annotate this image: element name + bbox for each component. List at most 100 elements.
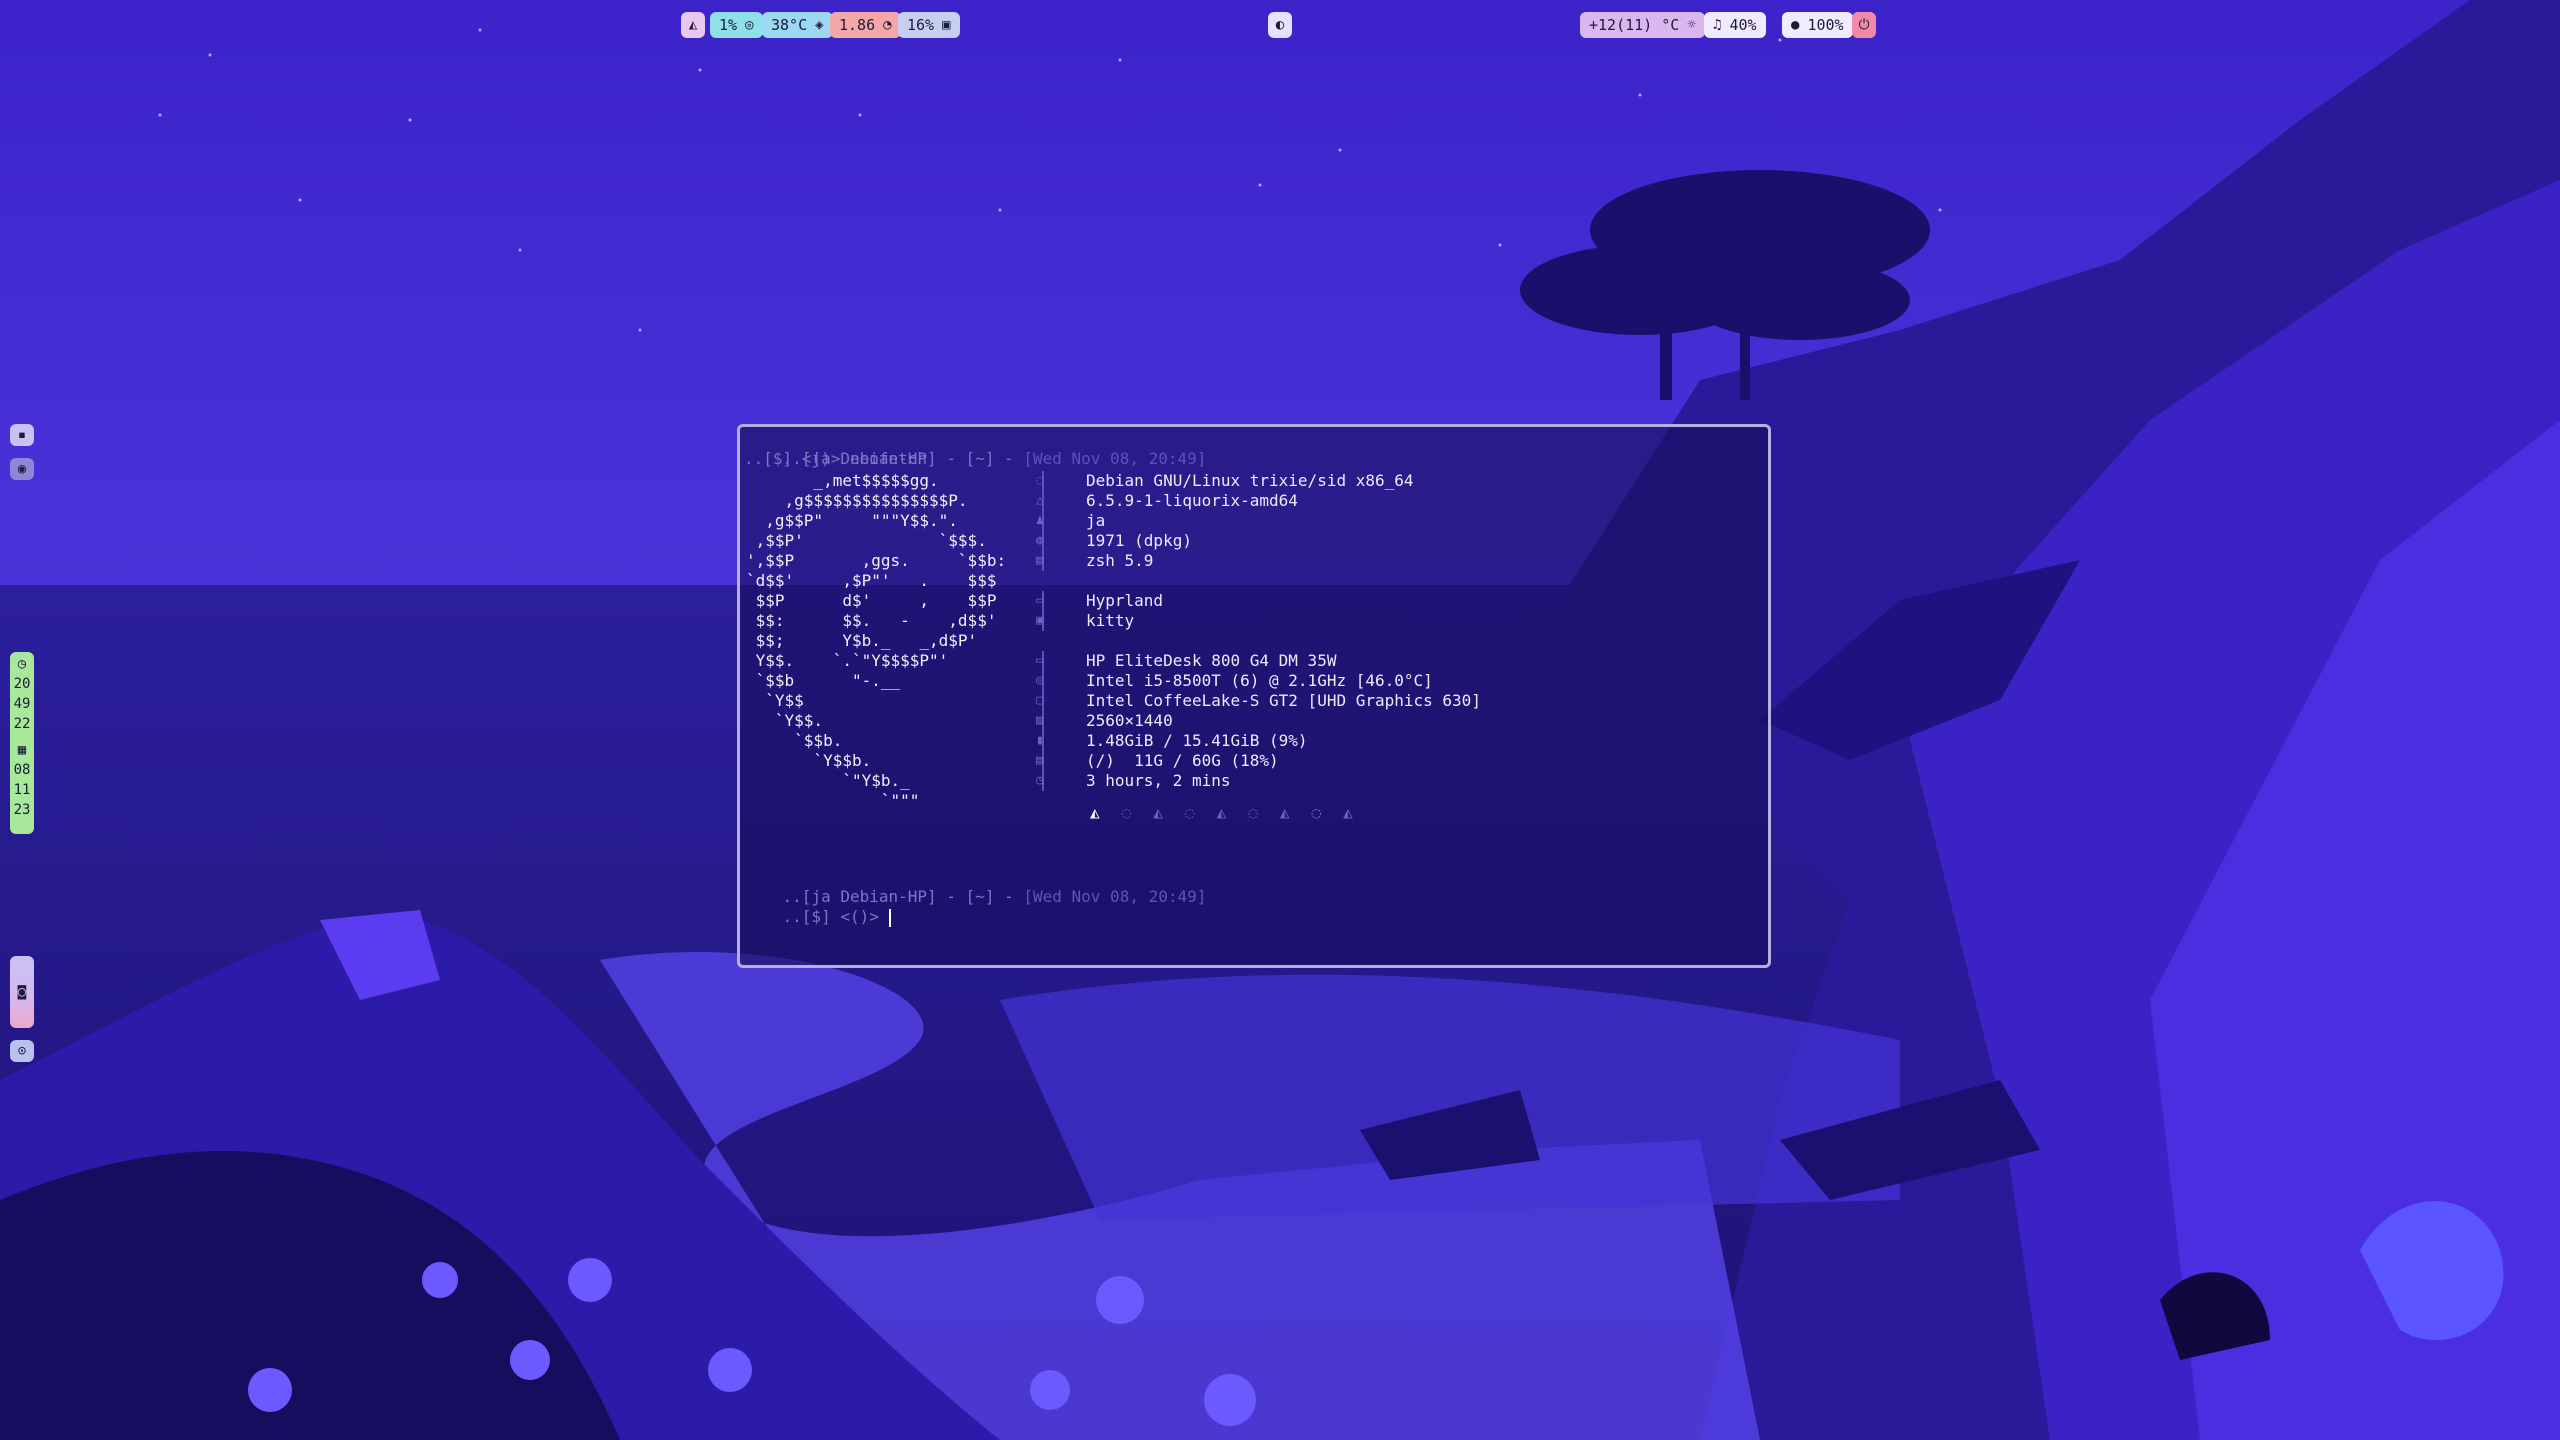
clock-seconds: 22 <box>13 716 31 732</box>
package-icon: ◍ <box>1036 533 1044 548</box>
load-label: 1.86 <box>839 16 876 34</box>
weather-widget[interactable]: +12(11) °C ☼ <box>1580 12 1705 38</box>
calendar-icon: ▦ <box>17 742 27 758</box>
info-uptime-text: 3 hours, 2 mins <box>1086 771 1231 790</box>
date-month: 11 <box>13 782 31 798</box>
color-block-icon: ◌ <box>1121 803 1132 822</box>
disk-label: 16% <box>907 16 935 34</box>
info-shell-text: zsh 5.9 <box>1086 551 1154 570</box>
cpu-icon: ◎ <box>1036 673 1044 688</box>
color-block-icon: ◌ <box>1311 803 1322 822</box>
info-disk: ▤ (/) 11G / 60G (18%) <box>1036 751 1279 771</box>
microphone-widget[interactable]: ● 100% <box>1782 12 1853 38</box>
clock-widget: ◷ 20 49 22 ▦ 08 11 23 <box>10 652 34 834</box>
info-wm-text: Hyprland <box>1086 591 1164 610</box>
date-year: 23 <box>13 802 31 818</box>
prompt-date: [Wed Nov 08, 20:49] <box>1023 449 1207 468</box>
info-memory-text: 1.48GiB / 15.41GiB (9%) <box>1086 731 1308 750</box>
info-host-text: HP EliteDesk 800 G4 DM 35W <box>1086 651 1337 670</box>
info-memory: ▮ 1.48GiB / 15.41GiB (9%) <box>1036 731 1308 751</box>
info-cpu-text: Intel i5-8500T (6) @ 2.1GHz [46.0°C] <box>1086 671 1433 690</box>
settings-button[interactable]: ⊙ <box>10 1040 34 1062</box>
info-user-text: ja <box>1086 511 1106 530</box>
top-bar: ◭ 1% ◎ 38°C ◈ 1.86 ◔ 16% ▣ ◐ +12(11) °C … <box>0 0 2560 50</box>
audio-label: 40% <box>1729 16 1757 34</box>
resolution-icon: ▨ <box>1036 713 1044 728</box>
cpu-usage-widget[interactable]: 1% ◎ <box>710 12 763 38</box>
shell-icon: ▤ <box>1036 553 1044 568</box>
disk-icon: ▣ <box>942 17 951 33</box>
debian-ascii-logo: _,met$$$$$gg. ,g$$$$$$$$$$$$$$$P. ,g$$P"… <box>746 471 1007 810</box>
load-icon: ◔ <box>883 17 892 33</box>
text-cursor <box>888 908 891 927</box>
info-resolution: ▨ 2560×1440 <box>1036 711 1173 731</box>
info-gpu-text: Intel CoffeeLake-S GT2 [UHD Graphics 630… <box>1086 691 1481 710</box>
color-block-icon: ◭ <box>1216 803 1227 822</box>
os-icon: ◌ <box>1036 473 1044 488</box>
temperature-widget[interactable]: 38°C ◈ <box>762 12 833 38</box>
cpu-icon: ◎ <box>745 17 754 33</box>
uptime-icon: ◷ <box>1036 773 1044 788</box>
prompt-symbol: ..[$] <()> <box>782 907 889 926</box>
info-gpu: ▢ Intel CoffeeLake-S GT2 [UHD Graphics 63… <box>1036 691 1481 711</box>
distro-button[interactable]: ◭ <box>681 12 705 38</box>
clock-minutes: 49 <box>13 696 31 712</box>
load-widget[interactable]: 1.86 ◔ <box>830 12 901 38</box>
audio-widget[interactable]: ♫ 40% <box>1704 12 1766 38</box>
info-os-text: Debian GNU/Linux trixie/sid x86_64 <box>1086 471 1414 490</box>
host-icon: ▭ <box>1036 653 1044 668</box>
user-icon: ♟ <box>1036 513 1044 528</box>
power-button[interactable]: ⏻ <box>1852 12 1876 38</box>
command-line-2[interactable]: ..[$] <()> <box>744 887 891 947</box>
info-os: ◌ Debian GNU/Linux trixie/sid x86_64 <box>1036 471 1414 491</box>
info-terminal: ▣ kitty <box>1036 611 1134 631</box>
disk-widget[interactable]: 16% ▣ <box>898 12 960 38</box>
thermometer-icon: ◈ <box>815 17 824 33</box>
eye-icon: ◉ <box>17 461 27 477</box>
date-day: 08 <box>13 762 31 778</box>
color-block-icon: ◭ <box>1279 803 1290 822</box>
cpu-usage-label: 1% <box>719 16 738 34</box>
info-resolution-text: 2560×1440 <box>1086 711 1173 730</box>
headphone-icon: ♫ <box>1713 17 1722 33</box>
tray-widget[interactable]: ◙ <box>10 956 34 1028</box>
idle-inhibit-button[interactable]: ◉ <box>10 458 34 480</box>
terminal-icon: ▣ <box>1036 613 1044 628</box>
info-user: ♟ ja <box>1036 511 1105 531</box>
info-disk-text: (/) 11G / 60G (18%) <box>1086 751 1279 770</box>
kernel-icon: △ <box>1036 493 1044 508</box>
microphone-label: 100% <box>1807 16 1844 34</box>
wm-icon: ▭ <box>1036 593 1044 608</box>
info-terminal-text: kitty <box>1086 611 1135 630</box>
info-cpu: ◎ Intel i5-8500T (6) @ 2.1GHz [46.0°C] <box>1036 671 1433 691</box>
linux-icon: ◭ <box>688 17 698 33</box>
discord-icon: ◙ <box>17 984 27 1000</box>
kitty-terminal-window[interactable]: ..[ja Debian-HP] - [~] - [Wed Nov 08, 20… <box>737 424 1771 968</box>
lock-icon: ▪ <box>17 427 27 443</box>
hyprland-icon: ◐ <box>1275 17 1285 33</box>
weather-label: +12(11) °C <box>1589 16 1680 34</box>
memory-icon: ▮ <box>1036 733 1044 748</box>
color-block-icon: ◭ <box>1090 803 1100 822</box>
mic-icon: ● <box>1791 17 1800 33</box>
info-packages: ◍ 1971 (dpkg) <box>1036 531 1192 551</box>
command-line-1: ..[$] <()> neofetch <box>744 449 928 468</box>
color-block-icon: ◌ <box>1184 803 1195 822</box>
prompt-date: [Wed Nov 08, 20:49] <box>1023 887 1207 906</box>
weather-icon: ☼ <box>1687 17 1696 33</box>
info-uptime: ◷ 3 hours, 2 mins <box>1036 771 1231 791</box>
gpu-icon: ▢ <box>1036 693 1044 708</box>
workspace-button[interactable]: ◐ <box>1268 12 1292 38</box>
power-icon: ⏻ <box>1858 17 1870 33</box>
color-block-icon: ◭ <box>1153 803 1163 822</box>
info-shell: ▤ zsh 5.9 <box>1036 551 1153 571</box>
info-wm: ▭ Hyprland <box>1036 591 1163 611</box>
info-host: ▭ HP EliteDesk 800 G4 DM 35W <box>1036 651 1336 671</box>
settings-icon: ⊙ <box>17 1043 27 1059</box>
info-packages-text: 1971 (dpkg) <box>1086 531 1192 550</box>
lock-button[interactable]: ▪ <box>10 424 34 446</box>
temperature-label: 38°C <box>771 16 808 34</box>
disk-icon: ▤ <box>1036 753 1044 768</box>
color-block-icon: ◭ <box>1343 803 1353 822</box>
color-blocks: ◭ ◌ ◭ ◌ ◭ ◌ ◭ ◌ ◭ <box>1090 803 1353 823</box>
